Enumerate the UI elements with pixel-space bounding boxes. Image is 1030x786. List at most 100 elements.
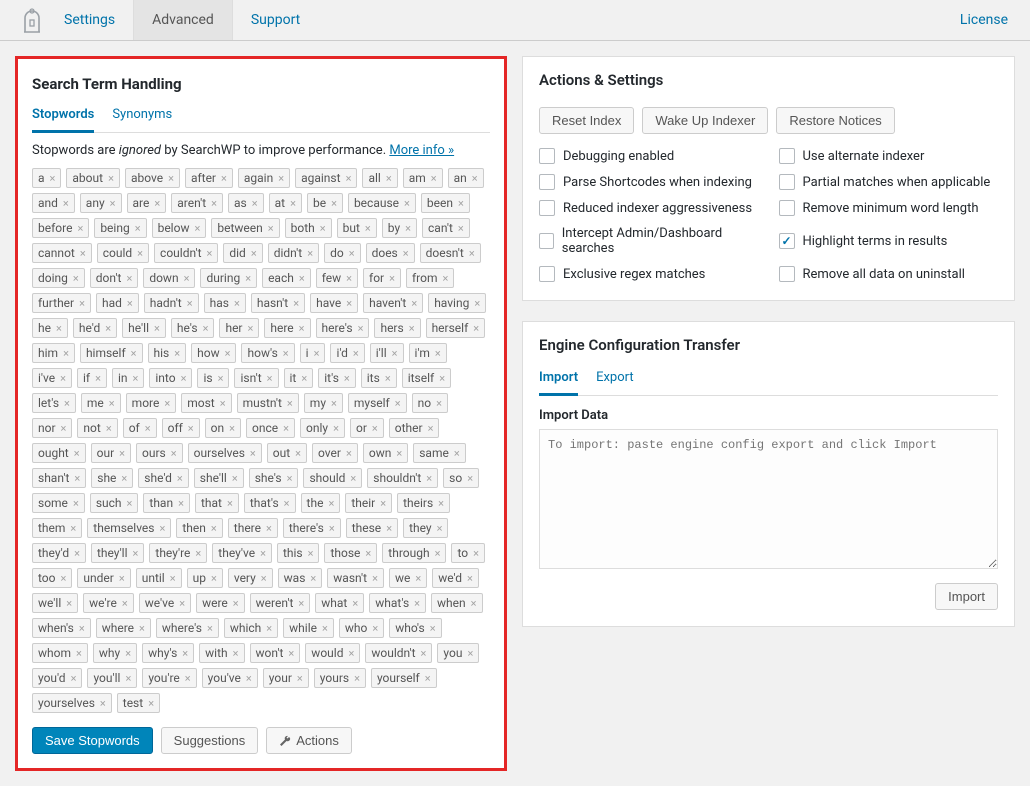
stopword-token[interactable]: had× bbox=[96, 293, 139, 313]
close-icon[interactable]: × bbox=[73, 498, 79, 509]
stopword-token[interactable]: what's× bbox=[369, 593, 426, 613]
close-icon[interactable]: × bbox=[389, 273, 395, 284]
checkbox[interactable] bbox=[539, 200, 555, 216]
close-icon[interactable]: × bbox=[266, 523, 272, 534]
close-icon[interactable]: × bbox=[430, 623, 436, 634]
stopword-token[interactable]: he'd× bbox=[73, 318, 117, 338]
stopword-token[interactable]: those× bbox=[324, 543, 377, 563]
close-icon[interactable]: × bbox=[307, 248, 313, 259]
stopword-token[interactable]: he'll× bbox=[122, 318, 166, 338]
close-icon[interactable]: × bbox=[365, 223, 371, 234]
close-icon[interactable]: × bbox=[329, 523, 335, 534]
close-icon[interactable]: × bbox=[220, 398, 226, 409]
setting-checkbox-item[interactable]: Remove minimum word length bbox=[779, 200, 999, 216]
stopword-token[interactable]: did× bbox=[223, 243, 262, 263]
close-icon[interactable]: × bbox=[74, 473, 80, 484]
close-icon[interactable]: × bbox=[108, 173, 114, 184]
stopword-token[interactable]: having× bbox=[428, 293, 486, 313]
stopword-token[interactable]: were× bbox=[196, 593, 245, 613]
stopword-token[interactable]: we'll× bbox=[32, 593, 78, 613]
stopword-token[interactable]: so× bbox=[443, 468, 479, 488]
stopword-token[interactable]: i'm× bbox=[409, 343, 447, 363]
close-icon[interactable]: × bbox=[266, 623, 272, 634]
close-icon[interactable]: × bbox=[80, 248, 86, 259]
stopword-token[interactable]: again× bbox=[238, 168, 290, 188]
close-icon[interactable]: × bbox=[148, 698, 154, 709]
close-icon[interactable]: × bbox=[250, 448, 256, 459]
stopword-token[interactable]: with× bbox=[199, 643, 244, 663]
stopword-token[interactable]: their× bbox=[345, 493, 392, 513]
close-icon[interactable]: × bbox=[211, 573, 217, 584]
close-icon[interactable]: × bbox=[431, 173, 437, 184]
stopword-token[interactable]: too× bbox=[32, 568, 72, 588]
stopword-token[interactable]: which× bbox=[224, 618, 278, 638]
stopword-token[interactable]: ours× bbox=[136, 443, 183, 463]
stopword-token[interactable]: same× bbox=[413, 443, 465, 463]
close-icon[interactable]: × bbox=[284, 498, 290, 509]
close-icon[interactable]: × bbox=[353, 348, 359, 359]
stopword-token[interactable]: won't× bbox=[250, 643, 301, 663]
close-icon[interactable]: × bbox=[160, 523, 166, 534]
close-icon[interactable]: × bbox=[232, 473, 238, 484]
stopword-token[interactable]: by× bbox=[382, 218, 417, 238]
close-icon[interactable]: × bbox=[79, 298, 85, 309]
stopword-token[interactable]: herself× bbox=[426, 318, 486, 338]
close-icon[interactable]: × bbox=[121, 473, 127, 484]
close-icon[interactable]: × bbox=[61, 423, 67, 434]
stopword-token[interactable]: this× bbox=[277, 543, 320, 563]
stopword-token[interactable]: are× bbox=[127, 193, 167, 213]
close-icon[interactable]: × bbox=[127, 298, 133, 309]
close-icon[interactable]: × bbox=[411, 298, 417, 309]
close-icon[interactable]: × bbox=[349, 248, 355, 259]
subtab-export[interactable]: Export bbox=[596, 364, 634, 396]
stopword-token[interactable]: it's× bbox=[318, 368, 356, 388]
close-icon[interactable]: × bbox=[298, 598, 304, 609]
stopword-token[interactable]: weren't× bbox=[250, 593, 311, 613]
close-icon[interactable]: × bbox=[261, 573, 267, 584]
stopword-token[interactable]: doing× bbox=[32, 268, 85, 288]
checkbox[interactable] bbox=[539, 148, 555, 164]
close-icon[interactable]: × bbox=[344, 373, 350, 384]
stopword-token[interactable]: them× bbox=[32, 518, 82, 538]
stopword-token[interactable]: was× bbox=[278, 568, 323, 588]
stopword-token[interactable]: you'll× bbox=[87, 668, 137, 688]
close-icon[interactable]: × bbox=[346, 273, 352, 284]
actions-dropdown-button[interactable]: Actions bbox=[266, 727, 352, 754]
close-icon[interactable]: × bbox=[185, 673, 191, 684]
stopword-token[interactable]: myself× bbox=[348, 393, 407, 413]
close-icon[interactable]: × bbox=[171, 448, 177, 459]
stopword-token[interactable]: where× bbox=[96, 618, 151, 638]
stopword-token[interactable]: am× bbox=[403, 168, 443, 188]
close-icon[interactable]: × bbox=[179, 598, 185, 609]
stopword-token[interactable]: between× bbox=[211, 218, 279, 238]
stopword-token[interactable]: didn't× bbox=[268, 243, 319, 263]
close-icon[interactable]: × bbox=[299, 323, 305, 334]
close-icon[interactable]: × bbox=[308, 548, 314, 559]
close-icon[interactable]: × bbox=[76, 648, 82, 659]
close-icon[interactable]: × bbox=[50, 173, 56, 184]
wake-up-indexer-button[interactable]: Wake Up Indexer bbox=[642, 107, 768, 134]
stopword-token[interactable]: more× bbox=[126, 393, 177, 413]
close-icon[interactable]: × bbox=[66, 598, 72, 609]
close-icon[interactable]: × bbox=[299, 273, 305, 284]
stopword-token[interactable]: hasn't× bbox=[251, 293, 305, 313]
checkbox[interactable] bbox=[779, 266, 795, 282]
stopword-token[interactable]: i× bbox=[300, 343, 326, 363]
stopword-token[interactable]: off× bbox=[162, 418, 200, 438]
stopword-token[interactable]: only× bbox=[300, 418, 345, 438]
close-icon[interactable]: × bbox=[77, 223, 83, 234]
stopword-token[interactable]: is× bbox=[197, 368, 229, 388]
stopword-token[interactable]: let's× bbox=[32, 393, 76, 413]
close-icon[interactable]: × bbox=[187, 298, 193, 309]
close-icon[interactable]: × bbox=[211, 523, 217, 534]
close-icon[interactable]: × bbox=[414, 598, 420, 609]
stopword-token[interactable]: our× bbox=[91, 443, 131, 463]
close-icon[interactable]: × bbox=[438, 498, 444, 509]
close-icon[interactable]: × bbox=[225, 348, 231, 359]
close-icon[interactable]: × bbox=[436, 398, 442, 409]
close-icon[interactable]: × bbox=[109, 398, 115, 409]
stopword-token[interactable]: not× bbox=[77, 418, 117, 438]
close-icon[interactable]: × bbox=[181, 373, 187, 384]
stopword-token[interactable]: about× bbox=[66, 168, 120, 188]
close-icon[interactable]: × bbox=[415, 573, 421, 584]
